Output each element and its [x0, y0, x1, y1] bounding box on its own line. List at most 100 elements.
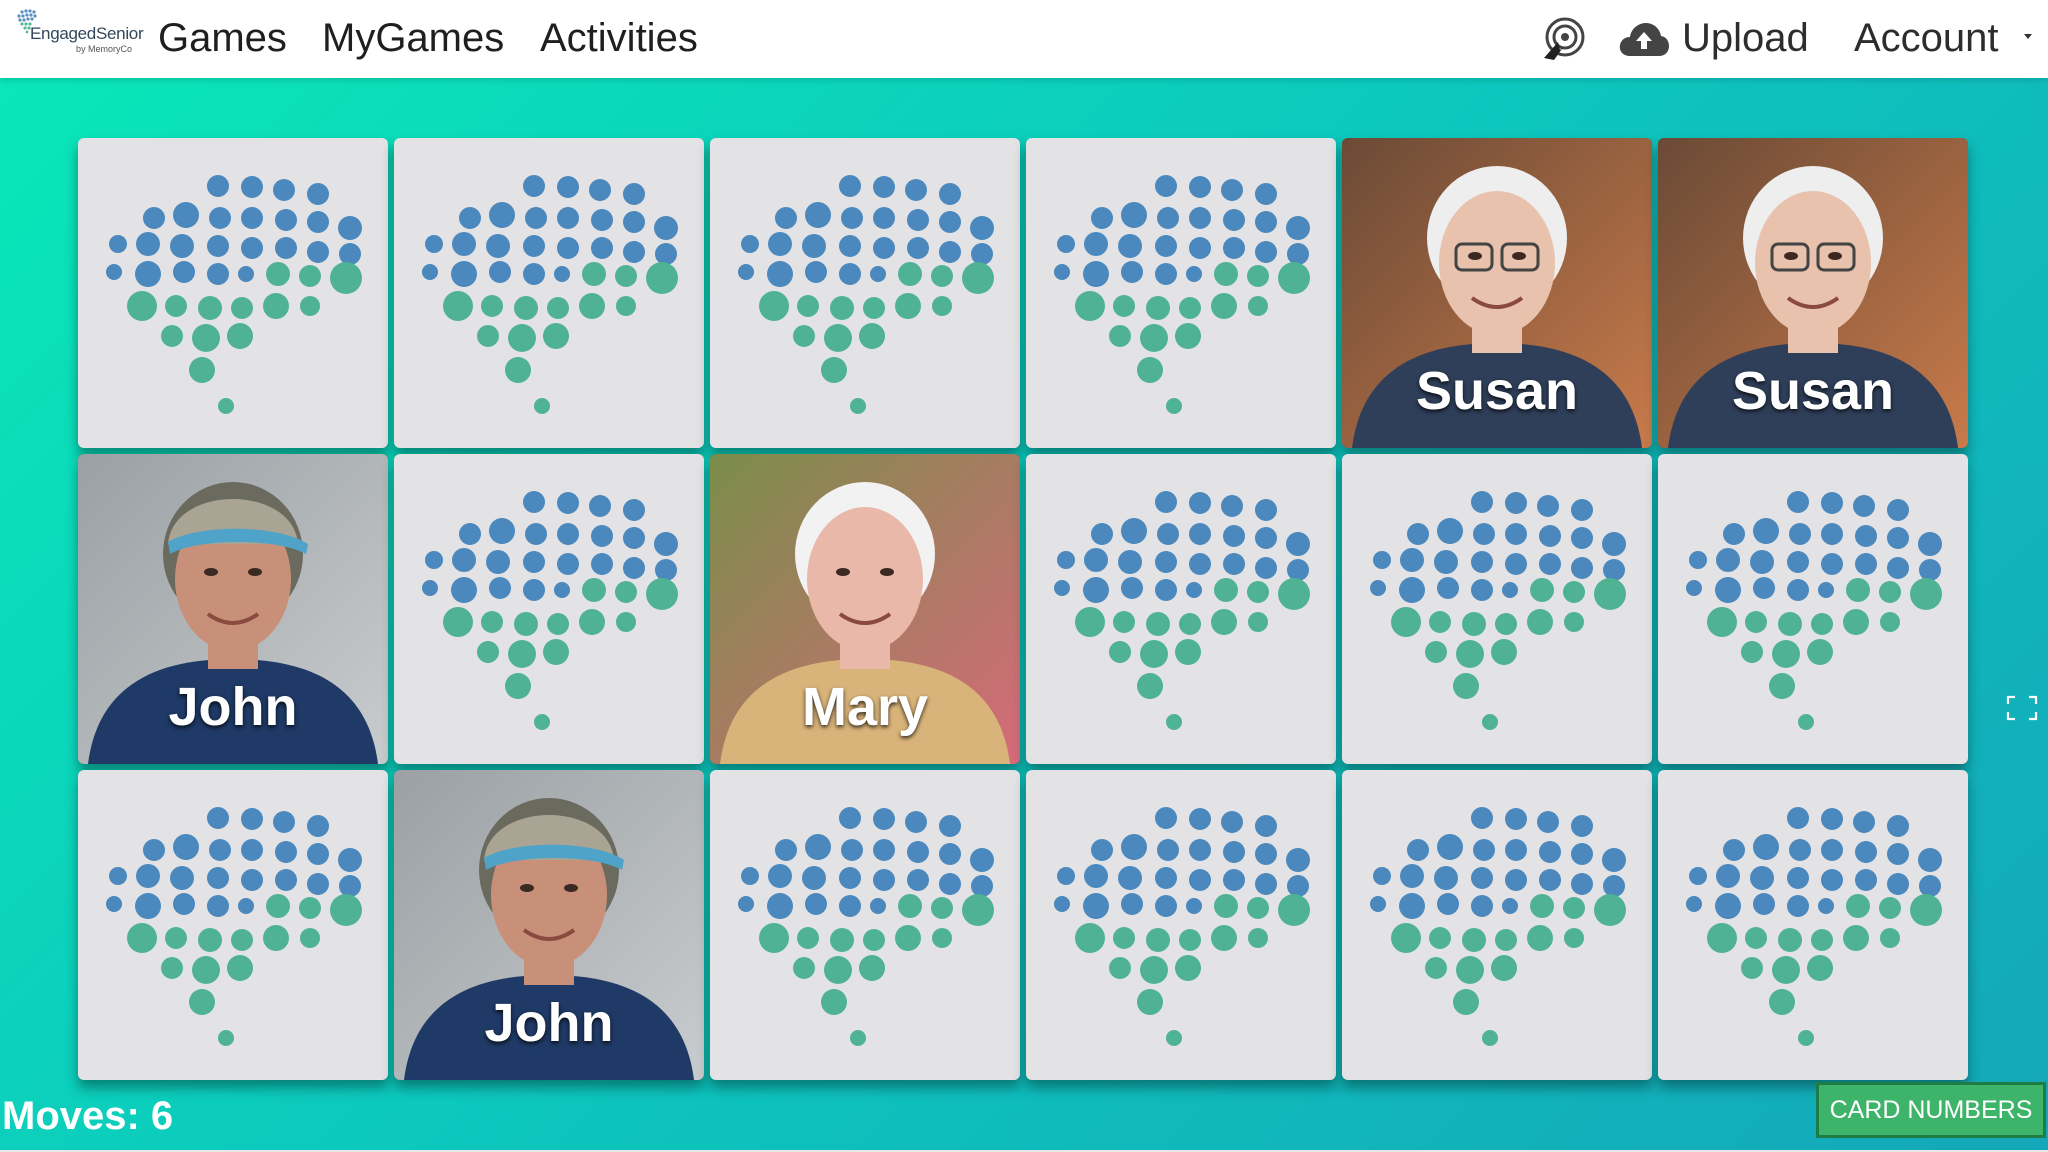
- brain-dot: [591, 525, 613, 547]
- memory-card-facedown[interactable]: [1026, 770, 1336, 1080]
- brain-dot: [489, 518, 515, 544]
- brain-dot: [1539, 869, 1561, 891]
- brain-dot: [907, 209, 929, 231]
- brain-dot: [1753, 893, 1775, 915]
- brain-dot: [1075, 291, 1105, 321]
- engagedsenior-logo[interactable]: EngagedSenior by MemoryCo: [12, 6, 144, 56]
- brain-dot: [1471, 895, 1493, 917]
- brain-dot: [1223, 553, 1245, 575]
- memory-card-facedown[interactable]: [710, 770, 1020, 1080]
- memory-card-faceup[interactable]: John: [394, 770, 704, 1080]
- brain-dot: [127, 923, 157, 953]
- brain-dot: [1248, 928, 1268, 948]
- fullscreen-icon[interactable]: [2006, 695, 2038, 721]
- brain-dot: [1373, 551, 1391, 569]
- memory-card-faceup[interactable]: Susan: [1342, 138, 1652, 448]
- brain-dot: [1887, 499, 1909, 521]
- memory-card-facedown[interactable]: [1342, 454, 1652, 764]
- brain-dot: [646, 578, 678, 610]
- brain-dot: [486, 550, 510, 574]
- cursor-click-icon[interactable]: [1540, 16, 1586, 62]
- brain-dot: [275, 237, 297, 259]
- memory-card-faceup[interactable]: John: [78, 454, 388, 764]
- memory-card-facedown[interactable]: [1658, 770, 1968, 1080]
- brain-dot: [1918, 848, 1942, 872]
- brain-dot: [1456, 956, 1484, 984]
- memory-card-facedown[interactable]: [1342, 770, 1652, 1080]
- brain-dot: [207, 263, 229, 285]
- memory-card-facedown[interactable]: [394, 138, 704, 448]
- brain-dot: [873, 176, 895, 198]
- brain-dot: [1821, 523, 1843, 545]
- brain-dot: [1255, 211, 1277, 233]
- brain-dot: [554, 582, 570, 598]
- brain-dot: [1137, 357, 1163, 383]
- brain-dot: [1821, 808, 1843, 830]
- brain-dot: [1255, 499, 1277, 521]
- brain-dot: [1091, 523, 1113, 545]
- brain-dot: [898, 894, 922, 918]
- brain-logo-icon: [422, 175, 678, 414]
- nav-link-games[interactable]: Games: [158, 16, 287, 61]
- brain-dot: [106, 896, 122, 912]
- brain-dot: [508, 324, 536, 352]
- brain-dot: [299, 897, 321, 919]
- nav-link-activities[interactable]: Activities: [540, 16, 698, 61]
- brain-dot: [338, 848, 362, 872]
- chevron-down-icon[interactable]: [2024, 34, 2032, 39]
- photo-eye: [1468, 252, 1482, 260]
- brain-dot: [805, 261, 827, 283]
- brain-dot: [525, 207, 547, 229]
- brain-dot: [1083, 893, 1109, 919]
- memory-card-facedown[interactable]: [78, 770, 388, 1080]
- cloud-upload-icon[interactable]: [1618, 20, 1670, 58]
- memory-card-facedown[interactable]: [1026, 138, 1336, 448]
- card-person-name: John: [168, 677, 298, 737]
- brain-dot: [615, 265, 637, 287]
- brain-dot: [1179, 297, 1201, 319]
- brain-logo-icon: [1054, 175, 1310, 414]
- brain-dot: [775, 839, 797, 861]
- upload-link[interactable]: Upload: [1682, 16, 1809, 61]
- brain-dot: [805, 834, 831, 860]
- brain-dot: [1843, 609, 1869, 635]
- brain-dot: [1919, 559, 1941, 581]
- nav-link-mygames[interactable]: MyGames: [322, 16, 504, 61]
- brain-dot: [1787, 491, 1809, 513]
- brain-dot: [1155, 895, 1177, 917]
- brain-dot: [1057, 235, 1075, 253]
- brain-dot: [557, 237, 579, 259]
- brain-dot: [1054, 580, 1070, 596]
- memory-card-facedown[interactable]: [1026, 454, 1336, 764]
- brain-dot: [1505, 839, 1527, 861]
- brain-dot: [907, 869, 929, 891]
- card-numbers-button[interactable]: CARD NUMBERS: [1816, 1082, 2046, 1138]
- brain-dot: [1462, 612, 1486, 636]
- brain-dot: [1821, 839, 1843, 861]
- brain-dot: [170, 234, 194, 258]
- brain-dot: [1715, 893, 1741, 919]
- brain-dot: [1140, 956, 1168, 984]
- brain-dot: [802, 866, 826, 890]
- memory-card-facedown[interactable]: [78, 138, 388, 448]
- brain-dot: [1155, 263, 1177, 285]
- memory-card-faceup[interactable]: Mary: [710, 454, 1020, 764]
- brain-dot: [1594, 894, 1626, 926]
- brain-dot: [241, 176, 263, 198]
- memory-card-facedown[interactable]: [394, 454, 704, 764]
- brain-dot: [1527, 609, 1553, 635]
- brain-dot: [1189, 523, 1211, 545]
- brain-dot: [839, 807, 861, 829]
- brain-dot: [767, 261, 793, 287]
- memory-card-facedown[interactable]: [1658, 454, 1968, 764]
- brain-dot: [1741, 957, 1763, 979]
- memory-card-faceup[interactable]: Susan: [1658, 138, 1968, 448]
- brain-dot: [939, 211, 961, 233]
- brain-dot: [300, 928, 320, 948]
- brain-dot: [523, 263, 545, 285]
- brain-dot: [1453, 673, 1479, 699]
- memory-card-facedown[interactable]: [710, 138, 1020, 448]
- brain-dot: [1247, 265, 1269, 287]
- account-menu[interactable]: Account: [1854, 16, 1999, 61]
- brain-dot: [189, 357, 215, 383]
